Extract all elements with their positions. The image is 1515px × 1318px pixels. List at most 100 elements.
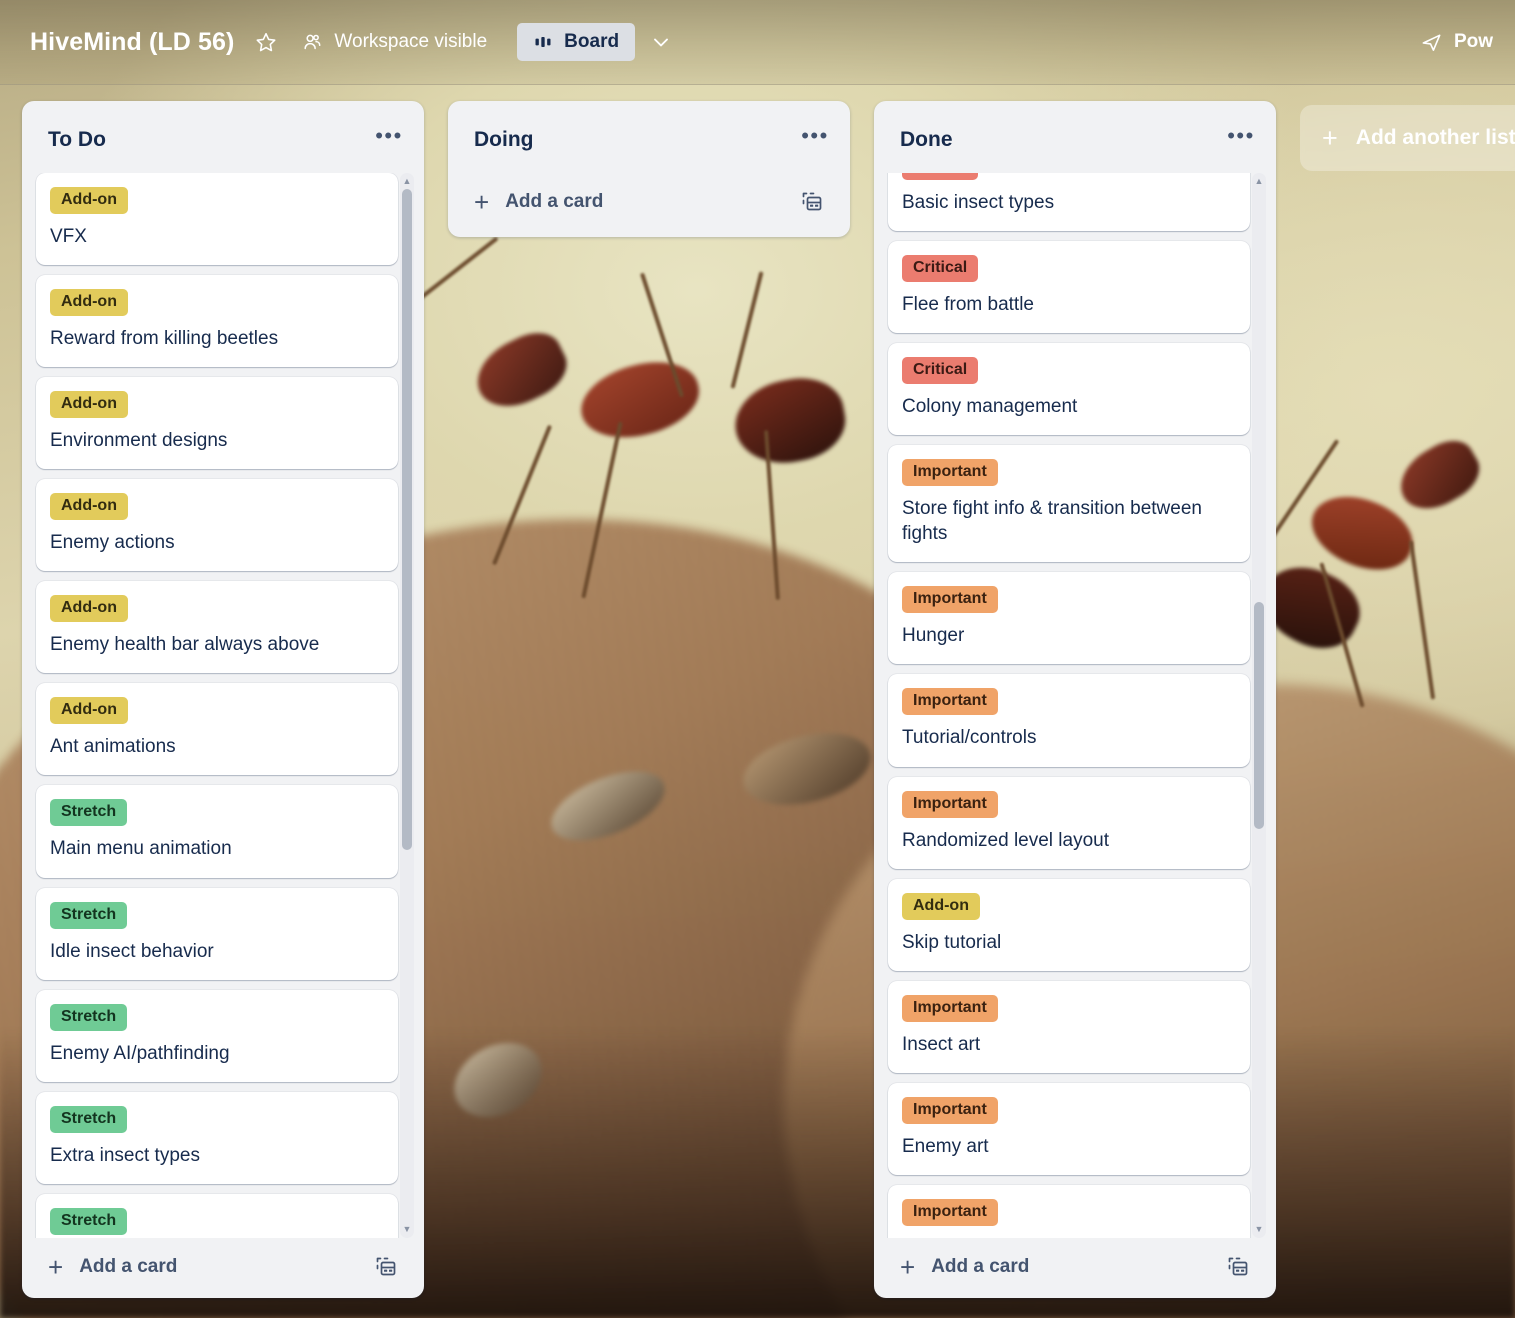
card-title: Flee from battle xyxy=(902,294,1034,316)
card-label-stretch[interactable]: Stretch xyxy=(50,901,128,929)
board-card[interactable]: Important Store fight info & transition b… xyxy=(888,445,1250,563)
board-list: To Do ••• Add-on VFX Add-on Reward from killi… xyxy=(22,101,424,1298)
card-label-addon[interactable]: Add-on xyxy=(50,697,128,725)
power-ups-button[interactable]: Pow xyxy=(1420,31,1493,54)
board-card[interactable]: Important Hunger xyxy=(888,572,1250,665)
list-actions-icon[interactable]: ••• xyxy=(798,123,832,157)
list-title[interactable]: Done xyxy=(900,128,953,152)
add-card-button[interactable]: + Add a card xyxy=(30,1238,416,1298)
scroll-up-icon[interactable]: ▲ xyxy=(1255,173,1264,190)
card-label-addon[interactable]: Add-on xyxy=(50,187,128,214)
card-label-addon[interactable]: Add-on xyxy=(50,289,128,317)
card-title: Ant animations xyxy=(50,736,176,758)
card-title: Insect art xyxy=(902,1033,981,1055)
card-label-stretch[interactable]: Stretch xyxy=(50,1105,128,1133)
card-label-important[interactable]: Important xyxy=(902,586,998,614)
card-label-addon[interactable]: Add-on xyxy=(50,391,128,419)
scrollbar-track[interactable] xyxy=(1254,189,1264,1222)
plus-icon: + xyxy=(474,187,490,217)
board-card[interactable]: Add-on Enemy actions xyxy=(36,479,398,572)
card-title: Basic insect types xyxy=(902,192,1055,213)
board-card[interactable]: Add-on Environment designs xyxy=(36,377,398,470)
card-title: Enemy art xyxy=(902,1135,989,1157)
board-card[interactable]: Stretch Enemy AI/pathfinding xyxy=(36,989,398,1082)
card-list: Add-on VFX Add-on Reward from killing beetl… xyxy=(30,173,400,1238)
card-title: Idle insect behavior xyxy=(50,940,214,962)
card-label-critical[interactable]: Critical xyxy=(902,255,979,283)
card-label-critical[interactable]: Critical xyxy=(902,357,979,385)
card-label-important[interactable]: Important xyxy=(902,1198,998,1226)
board-card[interactable]: Critical Flee from battle xyxy=(888,241,1250,334)
workspace-visibility-button[interactable]: Workspace visible xyxy=(293,23,497,61)
card-title: Tutorial/controls xyxy=(902,727,1037,749)
board-card[interactable]: Add-on Reward from killing beetles xyxy=(36,275,398,368)
board-card[interactable]: StretchMenu/colony music xyxy=(36,1193,398,1238)
add-another-list-label: Add another list xyxy=(1355,126,1515,149)
board-card[interactable]: Stretch Idle insect behavior xyxy=(36,887,398,980)
list-actions-icon[interactable]: ••• xyxy=(372,123,406,157)
plus-icon: + xyxy=(48,1252,64,1282)
page-title: HiveMind (LD 56) xyxy=(30,27,235,56)
scrollbar-thumb[interactable] xyxy=(1254,602,1264,830)
list-scrollbar[interactable]: ▲ ▼ xyxy=(400,173,414,1238)
card-label-important[interactable]: Important xyxy=(902,688,998,716)
card-label-stretch[interactable]: Stretch xyxy=(50,799,128,827)
board-card[interactable]: Important Insect art xyxy=(888,980,1250,1073)
scrollbar-thumb[interactable] xyxy=(402,189,412,851)
add-card-label: Add a card xyxy=(505,191,604,212)
board-card[interactable]: Add-on Skip tutorial xyxy=(888,878,1250,971)
list-actions-icon[interactable]: ••• xyxy=(1224,123,1258,157)
card-template-icon[interactable] xyxy=(374,1255,398,1279)
card-label-addon[interactable]: Add-on xyxy=(902,892,980,920)
board-view-button[interactable]: Board xyxy=(517,23,636,61)
list-title[interactable]: To Do xyxy=(48,128,106,152)
board-view-icon xyxy=(533,32,553,52)
board-list: Done•••CriticalBasic insect typesCritica… xyxy=(874,101,1276,1298)
list-cards-area: Add-on VFX Add-on Reward from killing beetl… xyxy=(30,173,416,1238)
scroll-up-icon[interactable]: ▲ xyxy=(403,173,412,190)
board-card[interactable]: Add-on Enemy health bar always above xyxy=(36,581,398,674)
board-card[interactable]: Important Fix attack control bug xyxy=(888,1184,1250,1238)
card-title: Hunger xyxy=(902,625,965,647)
board-header: HiveMind (LD 56) Workspace visible Board xyxy=(0,0,1515,85)
board-card[interactable]: Critical Basic insect types xyxy=(888,173,1250,232)
list-header: To Do ••• xyxy=(30,109,416,173)
card-template-icon[interactable] xyxy=(1226,1255,1250,1279)
chevron-down-icon[interactable] xyxy=(639,23,683,61)
board-card[interactable]: Important Randomized level layout xyxy=(888,776,1250,869)
star-icon[interactable] xyxy=(247,23,285,61)
board-card[interactable]: Important Tutorial/controls xyxy=(888,674,1250,767)
card-label-critical[interactable]: Critical xyxy=(902,173,979,180)
board-card[interactable]: Add-on Ant animations xyxy=(36,683,398,776)
card-title: Colony management xyxy=(902,396,1078,418)
board-card[interactable]: Stretch Main menu animation xyxy=(36,785,398,878)
card-title: Reward from killing beetles xyxy=(50,328,279,350)
card-label-important[interactable]: Important xyxy=(902,994,998,1022)
board-card[interactable]: Stretch Extra insect types xyxy=(36,1091,398,1184)
list-scrollbar[interactable]: ▲ ▼ xyxy=(1252,173,1266,1238)
plus-icon: + xyxy=(1322,122,1338,153)
card-label-stretch[interactable]: Stretch xyxy=(50,1207,128,1235)
card-template-icon[interactable] xyxy=(800,190,824,214)
card-label-important[interactable]: Important xyxy=(902,790,998,818)
board-card[interactable]: Add-on VFX xyxy=(36,173,398,266)
add-card-button[interactable]: + Add a card xyxy=(456,173,842,237)
board-canvas: To Do ••• Add-on VFX Add-on Reward from killi… xyxy=(0,85,1515,1318)
add-another-list-button[interactable]: + Add another list xyxy=(1300,105,1515,171)
card-label-addon[interactable]: Add-on xyxy=(50,493,128,521)
power-ups-label: Pow xyxy=(1453,31,1493,52)
board-card[interactable]: Critical Colony management xyxy=(888,343,1250,436)
card-label-important[interactable]: Important xyxy=(902,1096,998,1124)
card-label-important[interactable]: Important xyxy=(902,459,998,487)
scrollbar-track[interactable] xyxy=(402,189,412,1222)
list-title[interactable]: Doing xyxy=(474,128,533,152)
scroll-down-icon[interactable]: ▼ xyxy=(1255,1221,1264,1238)
card-label-addon[interactable]: Add-on xyxy=(50,595,128,623)
list-header: Doing ••• xyxy=(456,109,842,173)
board-card[interactable]: Important Enemy art xyxy=(888,1082,1250,1175)
add-card-button[interactable]: + Add a card xyxy=(882,1238,1268,1298)
board-list: Doing ••• + Add a card xyxy=(448,101,850,237)
scroll-down-icon[interactable]: ▼ xyxy=(403,1221,412,1238)
card-label-stretch[interactable]: Stretch xyxy=(50,1003,128,1031)
card-title: Main menu animation xyxy=(50,838,232,860)
